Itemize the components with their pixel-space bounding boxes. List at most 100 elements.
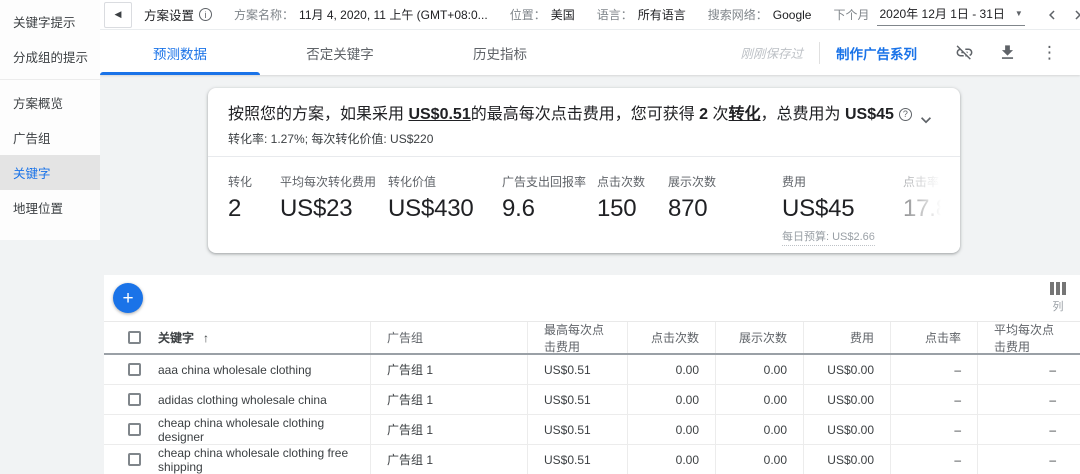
metric-cost: 费用 US$45 每日预算: US$2.66: [782, 173, 903, 252]
cell-cost: US$0.00: [803, 445, 890, 474]
table-row[interactable]: aaa china wholesale clothing 广告组 1 US$0.…: [104, 355, 1080, 385]
saved-status: 刚刚保存过: [740, 43, 803, 62]
keyword-text: aaa china wholesale clothing: [158, 363, 311, 377]
cell-ad-group: 广告组 1: [370, 385, 527, 414]
tab-negative-keywords[interactable]: 否定关键字: [260, 30, 420, 75]
metric-value: US$23: [280, 195, 388, 223]
link-off-icon[interactable]: [955, 43, 974, 62]
next-period-icon[interactable]: [1069, 6, 1080, 24]
main-area: ◀ 方案设置 i 方案名称： 11月 4, 2020, 11 上午 (GMT+0…: [100, 0, 1080, 474]
cell-ctr: –: [890, 385, 977, 414]
language-value: 所有语言: [638, 6, 686, 23]
headline-conversions-count: 2: [699, 106, 708, 123]
cell-avg-cpc: –: [977, 445, 1080, 474]
plan-settings-bar: ◀ 方案设置 i 方案名称： 11月 4, 2020, 11 上午 (GMT+0…: [100, 0, 1080, 30]
language-label: 语言：: [597, 6, 633, 23]
plan-name-field[interactable]: 方案名称： 11月 4, 2020, 11 上午 (GMT+08:0...: [234, 6, 488, 23]
cell-clicks: 0.00: [627, 385, 715, 414]
metric-ctr: 点击率 17.8%: [903, 173, 960, 252]
metric-clicks: 点击次数 150: [597, 173, 668, 252]
metric-label: 转化价值: [388, 173, 502, 190]
sidebar-item-locations[interactable]: 地理位置: [0, 190, 100, 225]
header-clicks[interactable]: 点击次数: [627, 322, 715, 353]
sidebar-item-keyword-ideas[interactable]: 关键字提示: [0, 4, 100, 39]
daily-budget[interactable]: 每日预算: US$2.66: [782, 228, 875, 246]
search-network-label: 搜索网络：: [708, 6, 768, 23]
sidebar-item-plan-overview[interactable]: 方案概览: [0, 85, 100, 120]
keyword-text: cheap china wholesale clothing free ship…: [158, 446, 354, 474]
metric-avg-cost-per-conversion: 平均每次转化费用 US$23: [280, 173, 388, 252]
columns-button[interactable]: 列: [1050, 282, 1066, 314]
header-ad-group[interactable]: 广告组: [370, 322, 527, 353]
download-icon[interactable]: [998, 43, 1017, 62]
header-max-cpc[interactable]: 最高每次点击费用: [527, 322, 627, 353]
create-campaign-button[interactable]: 制作广告系列: [836, 43, 917, 63]
header-keyword[interactable]: 关键字 ↑: [104, 322, 370, 353]
row-checkbox[interactable]: [128, 363, 141, 376]
cell-clicks: 0.00: [627, 415, 715, 444]
add-keywords-button[interactable]: +: [113, 283, 143, 313]
tab-forecasts[interactable]: 预测数据: [100, 30, 260, 75]
back-button[interactable]: ◀: [104, 2, 132, 28]
toolbar-divider: [819, 42, 820, 64]
cell-impressions: 0.00: [715, 355, 803, 384]
cell-max-cpc: US$0.51: [527, 385, 627, 414]
plan-settings-label[interactable]: 方案设置: [144, 5, 194, 24]
table-row[interactable]: cheap china wholesale clothing free ship…: [104, 445, 1080, 474]
table-row[interactable]: adidas clothing wholesale china 广告组 1 US…: [104, 385, 1080, 415]
cell-ctr: –: [890, 415, 977, 444]
cell-impressions: 0.00: [715, 445, 803, 474]
cell-ad-group: 广告组 1: [370, 415, 527, 444]
metric-label: 点击率: [903, 173, 960, 190]
header-ctr[interactable]: 点击率: [890, 322, 977, 353]
header-avg-cpc[interactable]: 平均每次点击费用: [977, 322, 1080, 353]
cell-cost: US$0.00: [803, 385, 890, 414]
more-options-icon[interactable]: ⋮: [1041, 43, 1058, 63]
columns-label: 列: [1053, 298, 1064, 314]
metric-label: 点击次数: [597, 173, 668, 190]
tab-historical-metrics[interactable]: 历史指标: [420, 30, 580, 75]
cell-impressions: 0.00: [715, 415, 803, 444]
metric-label: 广告支出回报率: [502, 173, 597, 190]
cell-avg-cpc: –: [977, 355, 1080, 384]
metric-value: 870: [668, 195, 782, 223]
toolbar-actions: 刚刚保存过 制作广告系列 ⋮: [740, 30, 1080, 75]
sidebar-item-ad-groups[interactable]: 广告组: [0, 120, 100, 155]
header-label: 关键字: [158, 329, 194, 346]
language-field[interactable]: 语言： 所有语言: [597, 6, 686, 23]
search-network-field[interactable]: 搜索网络： Google: [708, 6, 812, 23]
cell-clicks: 0.00: [627, 445, 715, 474]
row-checkbox[interactable]: [128, 393, 141, 406]
metric-value: US$430: [388, 195, 502, 223]
row-checkbox[interactable]: [128, 423, 141, 436]
header-cost[interactable]: 费用: [803, 322, 890, 353]
chevron-down-icon: ▼: [1015, 9, 1023, 18]
search-network-value: Google: [773, 8, 812, 22]
headline-conversions-link[interactable]: 转化: [729, 106, 761, 123]
table-row[interactable]: cheap china wholesale clothing designer …: [104, 415, 1080, 445]
previous-period-icon[interactable]: [1043, 6, 1061, 24]
cell-ctr: –: [890, 355, 977, 384]
headline-max-cpc[interactable]: US$0.51: [408, 106, 470, 123]
date-range-select[interactable]: 2020年 12月 1日 - 31日 ▼: [877, 3, 1024, 26]
select-all-checkbox[interactable]: [128, 331, 141, 344]
cell-ad-group: 广告组 1: [370, 445, 527, 474]
summary-metrics: 转化 2 平均每次转化费用 US$23 转化价值 US$430 广告支出回报率 …: [208, 157, 960, 252]
sidebar-item-keywords[interactable]: 关键字: [0, 155, 100, 190]
sort-ascending-icon: ↑: [203, 331, 209, 345]
headline-total-cost: US$45: [845, 106, 894, 123]
location-field[interactable]: 位置： 美国: [510, 6, 575, 23]
cell-impressions: 0.00: [715, 385, 803, 414]
collapse-chevron-icon[interactable]: [916, 110, 936, 130]
header-impressions[interactable]: 展示次数: [715, 322, 803, 353]
help-icon[interactable]: ?: [899, 108, 912, 121]
sidebar-item-grouped-ideas[interactable]: 分成组的提示: [0, 39, 100, 74]
row-checkbox[interactable]: [128, 453, 141, 466]
summary-subline: 转化率: 1.27%; 每次转化价值: US$220: [228, 130, 904, 147]
metric-value: 9.6: [502, 195, 597, 223]
period-label: 下个月: [833, 6, 869, 23]
metric-label: 平均每次转化费用: [280, 173, 388, 190]
summary-headline-section: 按照您的方案，如果采用 US$0.51的最高每次点击费用，您可获得 2 次转化，…: [208, 88, 960, 156]
keywords-table-card: + 列 关键字 ↑ 广告组 最高每次点击费用 点击次数 展示次数 费用 点击率 …: [104, 275, 1080, 474]
info-icon[interactable]: i: [199, 8, 212, 21]
